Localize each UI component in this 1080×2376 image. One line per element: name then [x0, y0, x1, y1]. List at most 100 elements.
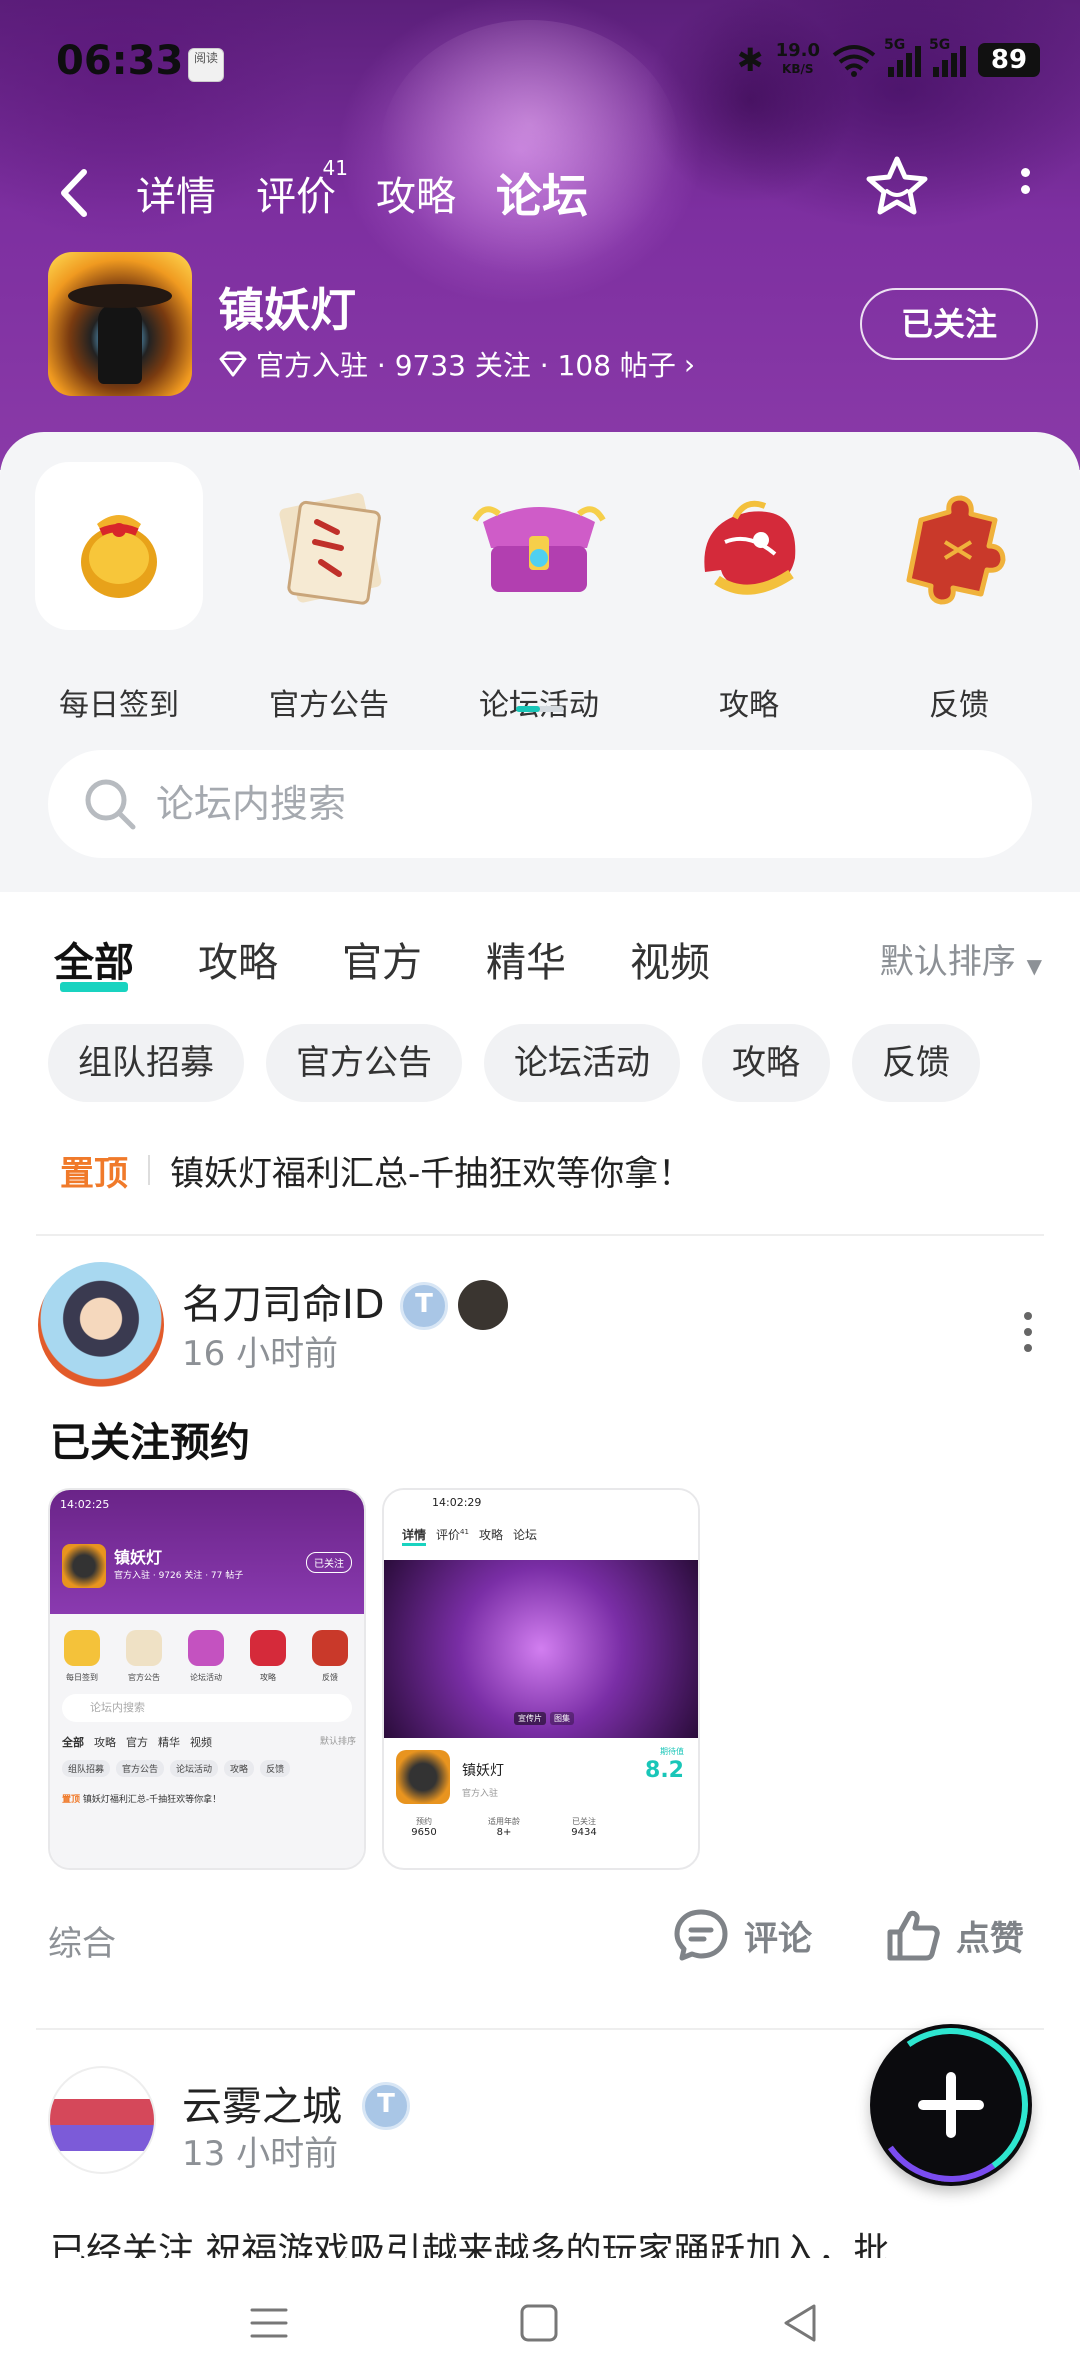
filter-tab-guides[interactable]: 攻略	[198, 930, 278, 988]
chip-guides[interactable]: 攻略	[702, 1024, 830, 1102]
thumb-score: 8.2	[645, 1758, 684, 1783]
thumb-game-icon	[62, 1544, 106, 1588]
game-meta-link[interactable]: 官方入驻 · 9733 关注 · 108 帖子 ›	[218, 344, 695, 384]
post-image-1[interactable]: 14:02:25 镇妖灯 官方入驻 · 9726 关注 · 77 帖子 已关注 …	[48, 1488, 366, 1870]
thumb-entry-icon	[250, 1630, 286, 1666]
comment-label: 评论	[744, 1918, 812, 1959]
back-icon[interactable]	[776, 2298, 826, 2348]
tab-forum[interactable]: 论坛	[496, 160, 588, 226]
post-title[interactable]: 已关注预约	[50, 1410, 250, 1468]
thumb-game-name: 镇妖灯	[114, 1548, 163, 1567]
tab-guides[interactable]: 攻略	[376, 164, 456, 222]
quick-entry-daily-checkin[interactable]: 每日签到	[14, 462, 224, 723]
top-navigation: 详情 评价 41 攻略 论坛	[0, 150, 1080, 234]
game-icon[interactable]	[48, 252, 192, 396]
quick-entry-guides[interactable]: 攻略	[644, 462, 854, 723]
divider	[36, 2028, 1044, 2030]
thumb-entry-icon	[64, 1630, 100, 1666]
post-image-2[interactable]: 14:02:29 详情 评价41 攻略 论坛 宣传片 图集 镇妖灯 官方入驻 期…	[382, 1488, 700, 1870]
thumb-sort: 默认排序	[319, 1737, 356, 1747]
thumb-time: 14:02:25	[60, 1498, 110, 1511]
quick-entry-label: 官方公告	[269, 688, 389, 723]
sort-dropdown[interactable]: 默认排序 ▼	[880, 934, 1042, 983]
comment-button[interactable]: 评论	[672, 1906, 812, 1964]
forum-search-bar[interactable]	[48, 750, 1032, 858]
chip-team-recruit[interactable]: 组队招募	[48, 1024, 244, 1102]
thumb-official: 官方入驻	[462, 1789, 499, 1799]
review-count-badge: 41	[322, 156, 348, 180]
signal-type-label: 5G	[884, 37, 906, 53]
thumb-tabs: 详情 评价41 攻略 论坛	[402, 1526, 537, 1546]
quick-entry-feedback[interactable]: 反馈	[854, 462, 1064, 723]
thumb-game-meta: 官方入驻 · 9726 关注 · 77 帖子	[114, 1571, 244, 1581]
follow-button[interactable]: 已关注	[860, 288, 1038, 360]
chevron-right-icon: ›	[683, 347, 696, 381]
thumb-entry-label: 攻略	[260, 1673, 276, 1682]
thumb-filter-tab: 视频	[190, 1736, 212, 1749]
search-icon	[85, 779, 136, 830]
thumb-tab: 详情	[402, 1526, 427, 1546]
quick-entries: 每日签到 官方公告 攻略 反馈	[0, 462, 1080, 723]
back-arrow-icon[interactable]	[54, 166, 96, 220]
post-category[interactable]: 综合	[48, 1916, 116, 1965]
chip-forum-events[interactable]: 论坛活动	[484, 1024, 680, 1102]
post-text[interactable]: 已经关注 祝福游戏吸引越来越多的玩家踊跃加入，批	[50, 2222, 1050, 2258]
create-post-button[interactable]	[870, 2024, 1032, 2186]
post-card[interactable]: 名刀司命ID 16 小时前 已关注预约 14:02:25 镇妖灯 官方入驻 · …	[0, 1262, 1080, 1982]
post-author[interactable]: 名刀司命ID	[182, 1272, 385, 1330]
puzzle-icon	[875, 462, 1043, 630]
signal-strength-icon: 5G	[884, 37, 921, 77]
chip-announcements[interactable]: 官方公告	[266, 1024, 462, 1102]
thumb-score-label: 期待值	[660, 1747, 684, 1756]
thumb-stat: 预约 9650	[411, 1817, 437, 1838]
thumb-pinned: 置顶 镇妖灯福利汇总-千抽狂欢等你拿！	[62, 1792, 356, 1805]
favorite-star-icon[interactable]	[864, 154, 930, 220]
avatar[interactable]	[38, 1262, 164, 1388]
thumb-filter-tab: 精华	[158, 1736, 180, 1749]
scroll-icon	[245, 462, 413, 630]
filter-tab-video[interactable]: 视频	[630, 930, 710, 988]
filter-tab-all[interactable]: 全部	[54, 930, 134, 992]
thumb-banner-tabs: 宣传片 图集	[514, 1712, 574, 1725]
tab-details[interactable]: 详情	[136, 164, 216, 222]
thumb-entry-icon	[312, 1630, 348, 1666]
filter-tab-featured[interactable]: 精华	[486, 930, 566, 988]
thumb-entry-labels: 每日签到 官方公告 论坛活动 攻略 反馈	[50, 1672, 364, 1683]
like-button[interactable]: 点赞	[884, 1906, 1024, 1964]
developer-badge-icon	[458, 1280, 508, 1330]
wifi-icon	[832, 45, 876, 77]
thumb-filter-tab: 官方	[126, 1736, 148, 1749]
post-author[interactable]: 云雾之城	[182, 2074, 342, 2132]
more-options-icon[interactable]	[1010, 160, 1040, 220]
quick-entry-label: 反馈	[929, 688, 989, 723]
search-input[interactable]	[156, 772, 756, 836]
quick-entry-announcements[interactable]: 官方公告	[224, 462, 434, 723]
game-info-card: 镇妖灯 官方入驻 · 9733 关注 · 108 帖子 › 已关注	[48, 252, 1038, 402]
pinned-title: 镇妖灯福利汇总-千抽狂欢等你拿！	[170, 1153, 693, 1194]
menu-icon[interactable]	[244, 2298, 294, 2348]
thumb-stat: 适用年龄 8+	[488, 1817, 520, 1838]
thumb-chip: 反馈	[260, 1760, 291, 1777]
avatar[interactable]	[48, 2066, 156, 2174]
thumb-tab: 攻略	[478, 1528, 503, 1542]
pinned-separator	[148, 1155, 150, 1185]
quick-entry-forum-events[interactable]: 论坛活动	[434, 462, 644, 723]
filter-tab-official[interactable]: 官方	[342, 930, 422, 988]
pinned-post[interactable]: 置顶 镇妖灯福利汇总-千抽狂欢等你拿！	[60, 1140, 1040, 1200]
status-bar: 06:33 阅读 ✱ 19.0 KB/S 5G 5G 89	[0, 0, 1080, 120]
thumb-stats: 预约 9650 适用年龄 8+ 已关注 9434	[384, 1816, 698, 1838]
thumb-tab-badge: 41	[460, 1528, 469, 1536]
quick-entry-label: 每日签到	[59, 688, 179, 723]
chip-feedback[interactable]: 反馈	[852, 1024, 980, 1102]
thumb-chips: 组队招募 官方公告 论坛活动 攻略 反馈	[62, 1760, 356, 1777]
home-icon[interactable]	[514, 2298, 564, 2348]
thumb-banner-tab: 图集	[550, 1712, 574, 1725]
thumb-game-name: 镇妖灯	[462, 1763, 504, 1779]
notification-app-icon: 阅读	[188, 48, 224, 82]
post-more-icon[interactable]	[1022, 1312, 1034, 1360]
thumb-entry-label: 反馈	[322, 1673, 338, 1682]
tab-reviews[interactable]: 评价 41	[256, 156, 348, 222]
signal-type-label-2: 5G	[929, 37, 951, 53]
signal-strength-icon-2: 5G	[929, 37, 966, 77]
thumb-follow-button: 已关注	[306, 1552, 352, 1573]
